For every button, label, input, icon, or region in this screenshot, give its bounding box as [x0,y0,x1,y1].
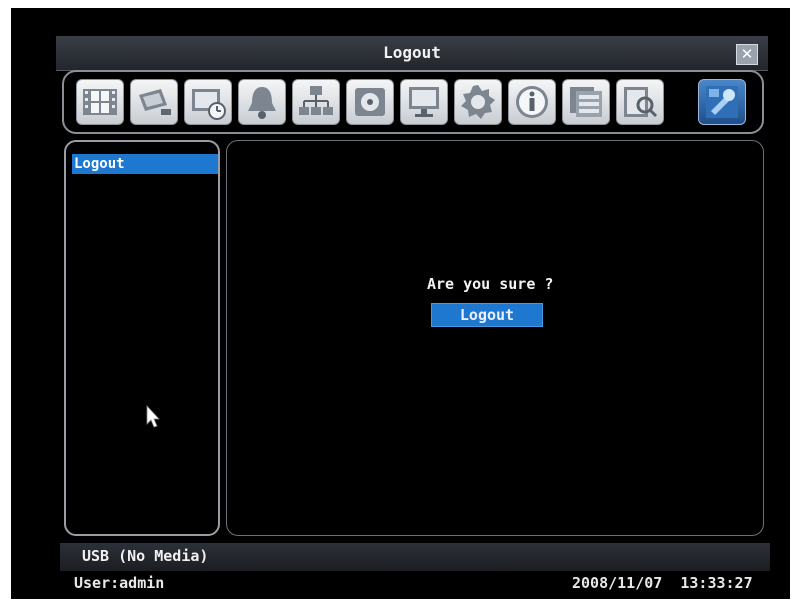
alarm-bell-icon[interactable] [238,79,286,125]
event-log-icon[interactable] [562,79,610,125]
mouse-pointer-icon [146,404,160,433]
schedule-record-icon[interactable] [184,79,232,125]
logout-button[interactable]: Logout [431,303,543,327]
info-icon[interactable] [508,79,556,125]
confirm-question: Are you sure ? [427,275,554,293]
close-icon: ✕ [740,45,754,63]
disk-icon[interactable] [346,79,394,125]
content-panel: Are you sure ? Logout [226,140,764,536]
close-button[interactable]: ✕ [736,44,758,65]
network-icon[interactable] [292,79,340,125]
search-icon[interactable] [616,79,664,125]
side-menu-item-logout[interactable]: Logout [72,154,218,174]
gear-icon[interactable] [454,79,502,125]
current-user: User:admin [74,574,165,592]
date-time: 2008/11/07 13:33:27 [572,574,753,592]
logout-icon[interactable] [698,79,746,125]
camera-icon[interactable] [130,79,178,125]
menu-toolbar [62,70,764,134]
side-menu: Logout [64,140,220,536]
usb-status: USB (No Media) [82,547,209,565]
film-strip-icon[interactable] [76,79,124,125]
window-title: Logout [383,43,441,62]
status-bar: USB (No Media) [60,543,770,571]
title-bar: Logout ✕ [56,36,768,71]
monitor-icon[interactable] [400,79,448,125]
